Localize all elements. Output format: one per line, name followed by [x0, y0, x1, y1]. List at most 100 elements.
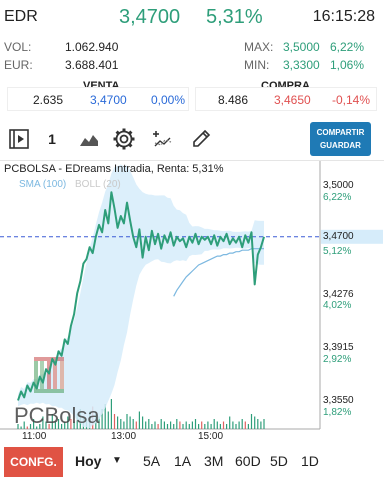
chart-title: PCBOLSA - EDreams Intradia, Renta: 5,31% — [4, 163, 224, 175]
volume-bar — [160, 419, 162, 429]
share-save-button[interactable]: COMPARTIR GUARDAR — [310, 122, 371, 156]
volume-bar — [229, 416, 231, 429]
volume-bar — [201, 421, 203, 429]
volume-bar — [120, 419, 122, 429]
volume-bar — [204, 424, 206, 429]
header: EDR 3,4700 5,31% 16:15:28 — [0, 0, 384, 36]
volume-bar — [107, 411, 109, 429]
ticker-symbol: EDR — [4, 8, 38, 25]
legend-sma: SMA (100) — [19, 179, 67, 190]
legend-boll: BOLL (20) — [75, 179, 121, 190]
volume-bar — [151, 424, 153, 429]
volume-bar — [250, 414, 253, 429]
x-tick-1: 13:00 — [111, 431, 137, 442]
quote-time: 16:15:28 — [312, 8, 375, 25]
y-tick-0: 3,5000 — [323, 180, 354, 191]
volume-bar — [163, 421, 165, 429]
volume-bar — [148, 419, 150, 429]
volume-bar — [110, 399, 112, 429]
range-60d-button[interactable]: 60D — [235, 453, 261, 469]
sell-pct: 0,00% — [151, 93, 186, 107]
y-tick-4-pct: 1,82% — [323, 407, 352, 418]
volume-bar — [145, 421, 147, 429]
x-tick-0: 11:00 — [22, 431, 47, 442]
volume-bar — [182, 424, 184, 429]
volume-bar — [238, 421, 240, 429]
volume-bar — [226, 424, 228, 429]
y-tick-4: 3,3550 — [323, 395, 354, 406]
volume-bar — [232, 421, 234, 429]
volume-bar — [126, 414, 128, 429]
volume-bar — [173, 424, 175, 429]
chart-count[interactable]: 1 — [44, 122, 60, 156]
y-tick-0-pct: 6,22% — [323, 192, 352, 203]
volume-value: 1.062.940 — [65, 40, 119, 54]
max-value: 3,5000 — [283, 40, 320, 54]
range-5d-button[interactable]: 5D — [270, 453, 288, 469]
volume-bar — [241, 419, 243, 429]
volume-bar — [222, 421, 225, 429]
x-tick-2: 15:00 — [198, 431, 224, 442]
volume-bar — [213, 419, 215, 429]
indicators-icon[interactable] — [150, 122, 176, 156]
y-tick-2: 3,4276 — [323, 289, 354, 300]
volume-bar — [135, 421, 137, 429]
max-label: MAX: — [244, 40, 274, 54]
volume-bar — [138, 411, 140, 429]
volume-bar — [179, 421, 181, 429]
buy-pct: -0,14% — [332, 93, 371, 107]
volume-bar — [210, 424, 212, 429]
max-pct: 6,22% — [330, 40, 365, 54]
volume-bar — [219, 424, 221, 429]
range-1a-button[interactable]: 1A — [174, 453, 191, 469]
mountain-chart-icon[interactable] — [76, 122, 102, 156]
range-5a-button[interactable]: 5A — [143, 453, 160, 469]
volume-bar — [216, 421, 218, 429]
volume-bar — [191, 421, 193, 429]
volume-label: VOL: — [4, 40, 32, 54]
save-label: GUARDAR — [320, 141, 361, 150]
y-tick-1-pct: 5,12% — [323, 246, 352, 257]
y-tick-3: 3,3915 — [323, 342, 354, 353]
range-3m-button[interactable]: 3M — [204, 453, 223, 469]
chevron-down-icon[interactable]: ▼ — [112, 455, 122, 466]
share-label: COMPARTIR — [316, 128, 365, 137]
watermark-text: PCBolsa — [14, 403, 100, 428]
volume-bar — [257, 419, 259, 429]
volume-bar — [129, 416, 131, 429]
volume-bar — [185, 421, 187, 429]
sell-price: 3,4700 — [90, 93, 127, 107]
buy-price: 3,4650 — [274, 93, 311, 107]
volume-bar — [207, 421, 209, 429]
play-box-icon[interactable] — [6, 122, 32, 156]
volume-bar — [142, 416, 144, 429]
range-1d-button[interactable]: 1D — [301, 453, 319, 469]
last-price: 3,4700 — [119, 6, 181, 28]
turnover-label: EUR: — [4, 58, 33, 72]
sell-quantity: 2.635 — [33, 93, 64, 107]
y-tick-1: 3,4700 — [323, 231, 354, 242]
bottom-bar: CONFG. Hoy ▼ 5A 1A 3M 60D 5D 1D — [0, 446, 384, 483]
gear-icon[interactable] — [110, 122, 138, 156]
min-label: MIN: — [244, 58, 270, 72]
volume-bar — [263, 419, 265, 429]
volume-bar — [198, 424, 200, 429]
volume-bar — [247, 424, 249, 429]
buy-quantity: 8.486 — [218, 93, 249, 107]
range-dropdown[interactable]: Hoy — [75, 453, 101, 469]
volume-bar — [254, 416, 256, 429]
config-button[interactable]: CONFG. — [4, 447, 63, 477]
volume-bar — [123, 421, 125, 429]
pencil-icon[interactable] — [188, 122, 214, 156]
volume-bar — [188, 424, 190, 429]
volume-bar — [244, 421, 246, 429]
volume-bar — [113, 414, 116, 429]
turnover-value: 3.688.401 — [65, 58, 119, 72]
y-tick-3-pct: 2,92% — [323, 354, 352, 365]
volume-bar — [176, 419, 178, 429]
min-value: 3,3300 — [283, 58, 320, 72]
volume-bar — [117, 416, 119, 429]
volume-bar — [166, 424, 169, 429]
y-tick-2-pct: 4,02% — [323, 300, 352, 311]
volume-bar — [194, 419, 197, 429]
